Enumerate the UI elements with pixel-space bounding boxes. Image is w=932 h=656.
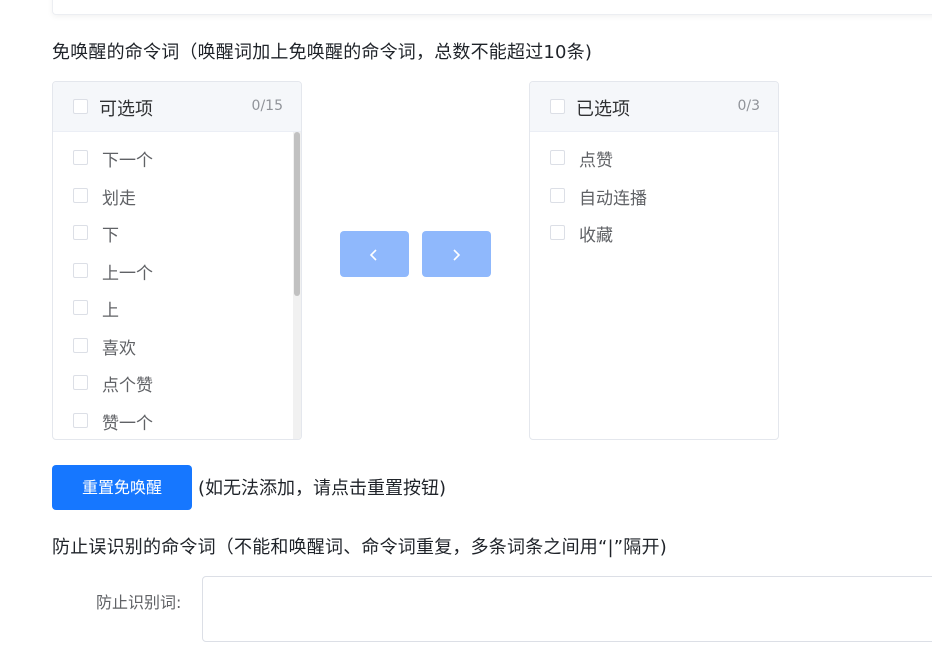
source-panel: 可选项 0/15 下一个 划走 下 上一个 上 喜欢 点个赞 赞一个: [52, 81, 302, 440]
move-right-button[interactable]: [422, 231, 491, 277]
move-left-button[interactable]: [340, 231, 409, 277]
list-item[interactable]: 下一个: [53, 144, 291, 171]
anti-recognition-label: 防止识别词:: [96, 593, 182, 612]
reset-hint: (如无法添加，请点击重置按钮): [198, 478, 447, 499]
target-panel: 已选项 0/3 点赞 自动连播 收藏: [529, 81, 779, 440]
list-item-label: 上: [102, 301, 119, 321]
item-checkbox[interactable]: [73, 188, 88, 203]
list-item[interactable]: 划走: [53, 182, 291, 209]
source-list-scrollbar[interactable]: [293, 132, 301, 439]
list-item[interactable]: 上一个: [53, 257, 291, 284]
list-item[interactable]: 点赞: [530, 144, 768, 171]
list-item-label: 上一个: [102, 264, 153, 284]
item-checkbox[interactable]: [73, 225, 88, 240]
item-checkbox[interactable]: [73, 413, 88, 428]
list-item-label: 点赞: [579, 151, 613, 171]
source-list: 下一个 划走 下 上一个 上 喜欢 点个赞 赞一个: [53, 132, 301, 439]
list-item-label: 划走: [102, 189, 136, 209]
target-panel-count: 0/3: [737, 98, 760, 114]
select-all-target-checkbox[interactable]: [550, 99, 565, 114]
item-checkbox[interactable]: [73, 338, 88, 353]
list-item[interactable]: 喜欢: [53, 332, 291, 359]
list-item-label: 下一个: [102, 151, 153, 171]
target-panel-title: 已选项: [576, 99, 630, 120]
select-all-source-checkbox[interactable]: [73, 99, 88, 114]
list-item-label: 收藏: [579, 226, 613, 246]
list-item[interactable]: 自动连播: [530, 182, 768, 209]
item-checkbox[interactable]: [73, 300, 88, 315]
chevron-right-icon: [453, 249, 461, 261]
list-item[interactable]: 下: [53, 219, 291, 246]
item-checkbox[interactable]: [73, 375, 88, 390]
item-checkbox[interactable]: [73, 150, 88, 165]
target-panel-header: 已选项 0/3: [530, 82, 778, 132]
reset-no-wake-button[interactable]: 重置免唤醒: [52, 465, 192, 510]
list-item-label: 自动连播: [579, 189, 647, 209]
list-item[interactable]: 赞一个: [53, 407, 291, 434]
list-item[interactable]: 收藏: [530, 219, 768, 246]
list-item-label: 赞一个: [102, 414, 153, 434]
section-title-no-wake: 免唤醒的命令词（唤醒词加上免唤醒的命令词，总数不能超过10条): [52, 42, 593, 63]
top-card-edge: [52, 0, 932, 15]
source-panel-title: 可选项: [99, 99, 153, 120]
list-item[interactable]: 点个赞: [53, 369, 291, 396]
item-checkbox[interactable]: [73, 263, 88, 278]
item-checkbox[interactable]: [550, 225, 565, 240]
item-checkbox[interactable]: [550, 150, 565, 165]
target-list: 点赞 自动连播 收藏: [530, 132, 778, 439]
section-title-anti-misrecognition: 防止误识别的命令词（不能和唤醒词、命令词重复，多条词条之间用“|”隔开): [52, 537, 667, 558]
item-checkbox[interactable]: [550, 188, 565, 203]
list-item-label: 点个赞: [102, 376, 153, 396]
list-item-label: 喜欢: [102, 339, 136, 359]
anti-recognition-input[interactable]: [202, 576, 932, 642]
source-panel-count: 0/15: [251, 98, 283, 114]
list-item[interactable]: 上: [53, 294, 291, 321]
list-item-label: 下: [102, 226, 119, 246]
source-panel-header: 可选项 0/15: [53, 82, 301, 132]
chevron-left-icon: [369, 249, 377, 261]
scrollbar-thumb[interactable]: [294, 132, 300, 296]
